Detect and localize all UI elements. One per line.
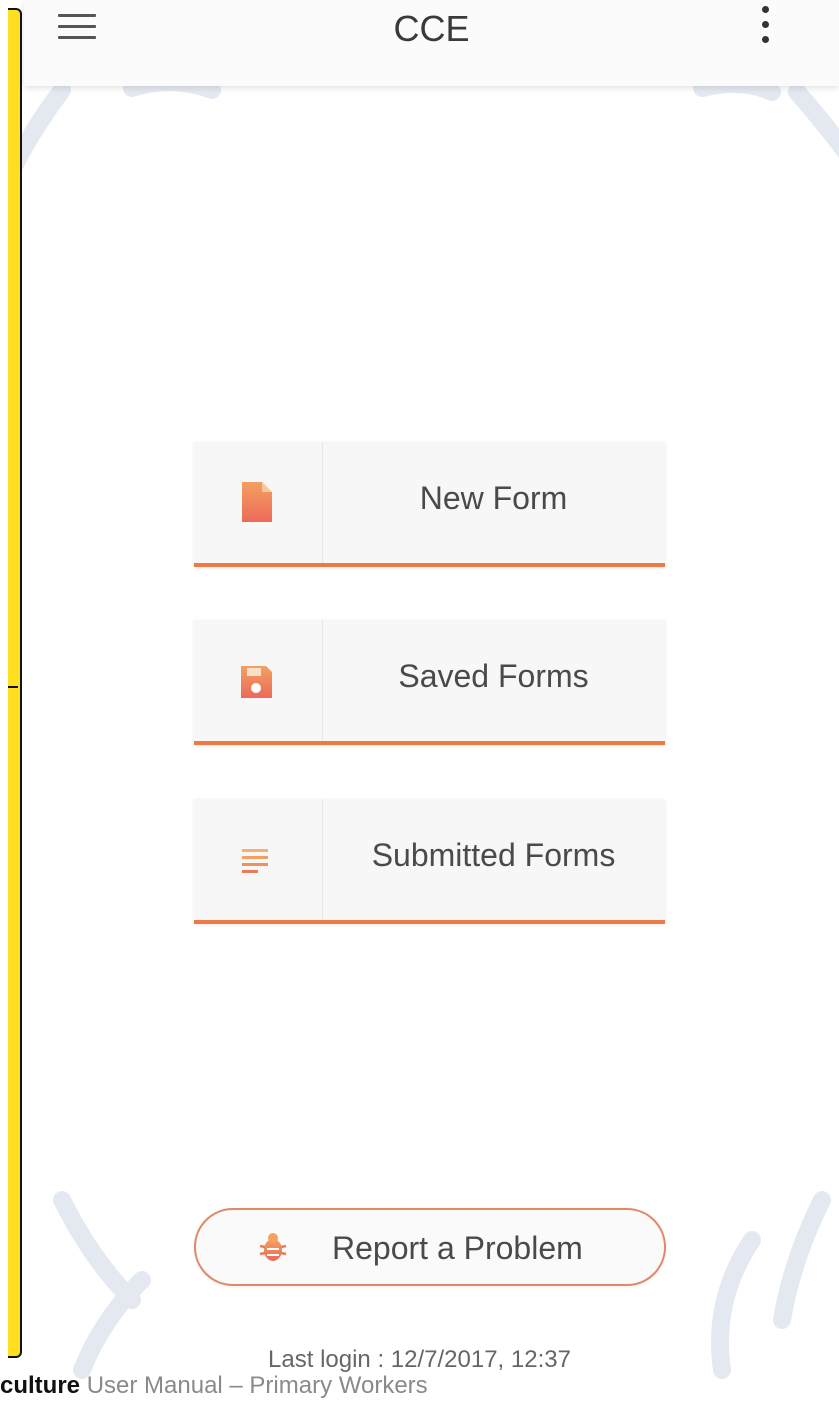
report-problem-label: Report a Problem — [332, 1230, 583, 1266]
page: CCE New Form Saved Forms Submitted Forms… — [0, 0, 839, 1403]
manual-footer: culture User Manual – Primary Workers — [0, 1372, 428, 1403]
submitted-forms-label: Submitted Forms — [371, 837, 616, 873]
report-problem-button[interactable]: Report a Problem — [194, 1208, 666, 1286]
saved-forms-label: Saved Forms — [398, 658, 589, 694]
submitted-forms-button[interactable]: Submitted Forms — [194, 799, 665, 924]
saved-forms-button[interactable]: Saved Forms — [194, 620, 665, 745]
app-bar: CCE — [24, 0, 839, 86]
more-vert-icon[interactable] — [760, 6, 772, 46]
footer-bold-text: culture — [0, 1372, 81, 1399]
last-login: Last login : 12/7/2017, 12:37 — [0, 1346, 839, 1374]
submitted-forms-icon-cell — [194, 799, 323, 920]
new-form-button[interactable]: New Form — [194, 442, 665, 567]
save-icon — [241, 666, 272, 698]
new-form-icon-cell — [194, 442, 323, 563]
bracket-notch — [8, 686, 18, 698]
app-title: CCE — [393, 8, 470, 49]
bug-icon — [259, 1233, 287, 1261]
new-form-label: New Form — [419, 480, 568, 516]
last-login-label: Last login : — [268, 1346, 385, 1373]
document-icon — [242, 482, 272, 522]
last-login-value: 12/7/2017, 12:37 — [390, 1346, 571, 1373]
saved-forms-icon-cell — [194, 620, 323, 741]
manual-bracket — [8, 8, 22, 1358]
list-lines-icon — [242, 849, 268, 873]
footer-text: User Manual – Primary Workers — [86, 1372, 428, 1399]
